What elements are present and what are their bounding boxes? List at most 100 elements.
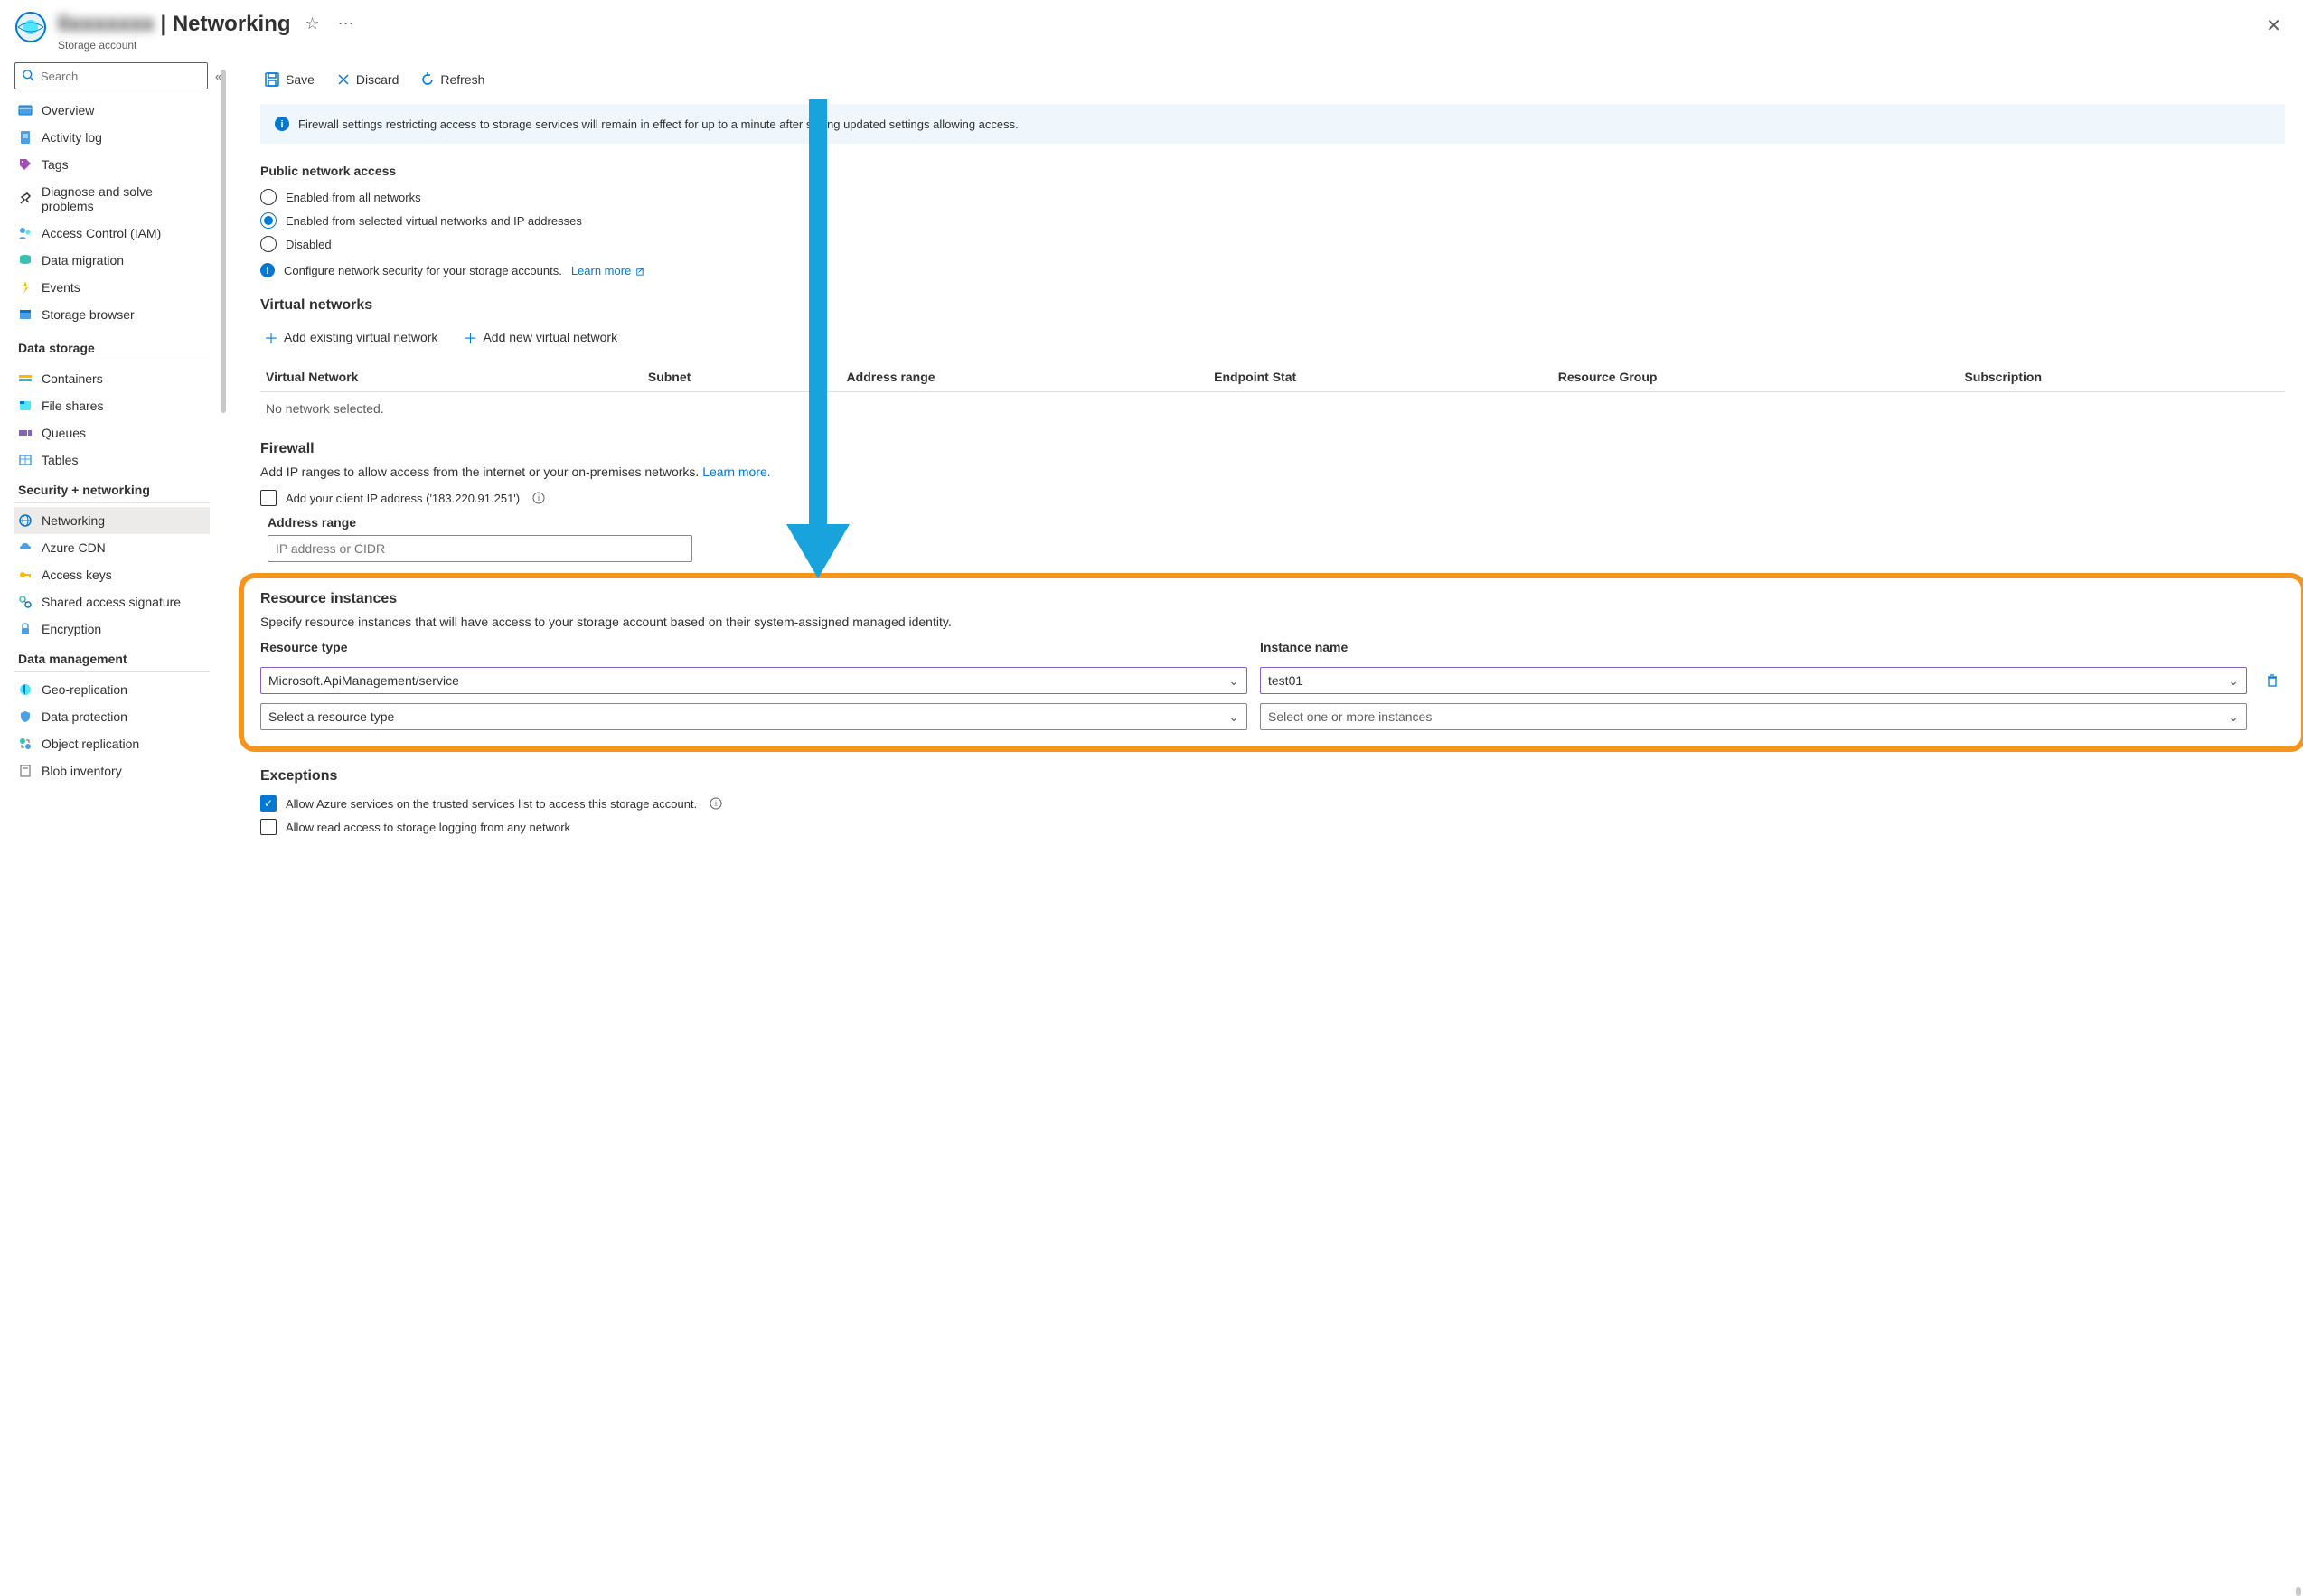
info-icon: i [260,263,275,277]
sidebar-item-access-keys[interactable]: Access keys [14,561,210,588]
read-logging-checkbox[interactable] [260,819,277,835]
ri-col-type: Resource type [260,636,1247,658]
sidebar-item-containers[interactable]: Containers [14,365,210,392]
vnet-col-header: Address range [841,362,1209,392]
keys-icon [18,568,33,582]
client-ip-checkbox[interactable] [260,490,277,506]
save-icon [264,71,280,88]
vnet-col-header: Endpoint Stat [1208,362,1553,392]
sidebar-item-overview[interactable]: Overview [14,97,210,124]
favorite-button[interactable]: ☆ [302,11,324,37]
sidebar-item-queues[interactable]: Queues [14,419,210,446]
sidebar-item-data-protection[interactable]: Data protection [14,703,210,730]
migration-icon [18,253,33,268]
vnet-header: Virtual networks [260,297,2285,314]
add-new-vnet-button[interactable]: ＋Add new virtual network [459,323,621,352]
resource-instances-highlight: Resource instances Specify resource inst… [239,573,2303,752]
sidebar-item-tables[interactable]: Tables [14,446,210,474]
chevron-down-icon: ⌄ [1228,673,1239,689]
browser-icon [18,307,33,322]
close-button[interactable]: ✕ [2262,11,2285,41]
vnet-col-header: Subscription [1959,362,2285,392]
inventory-icon [18,764,33,778]
sidebar-item-access-control-iam-[interactable]: Access Control (IAM) [14,220,210,247]
storage-account-icon [14,11,47,43]
help-icon[interactable]: i [710,797,722,810]
files-icon [18,399,33,413]
firewall-learn-more-link[interactable]: Learn more. [702,465,770,479]
sidebar-item-events[interactable]: Events [14,274,210,301]
discard-button[interactable]: Discard [333,69,402,90]
events-icon [18,280,33,295]
diag-icon [18,192,33,206]
firewall-desc: Add IP ranges to allow access from the i… [260,465,2285,479]
sidebar-item-encryption[interactable]: Encryption [14,615,210,643]
sidebar-item-tags[interactable]: Tags [14,151,210,178]
instance-name-select-1[interactable]: test01⌄ [1260,667,2247,694]
refresh-button[interactable]: Refresh [417,69,488,90]
pna-learn-more-link[interactable]: Learn more [571,264,644,277]
vnet-col-header: Resource Group [1553,362,1960,392]
sidebar-item-diagnose-and-solve-problems[interactable]: Diagnose and solve problems [14,178,210,220]
resource-type-select-1[interactable]: Microsoft.ApiManagement/service⌄ [260,667,1247,694]
sidebar-item-object-replication[interactable]: Object replication [14,730,210,757]
radio-disabled[interactable] [260,236,277,252]
page-title: lixxxxxxx | Networking [58,12,291,37]
networking-icon [18,513,33,528]
instance-name-select-2[interactable]: Select one or more instances⌄ [1260,703,2247,730]
discard-icon [336,72,351,87]
info-banner: i Firewall settings restricting access t… [260,104,2285,144]
main-content: Save Discard Refresh i Firewall settings… [228,59,2303,1596]
sidebar-search[interactable] [14,62,208,89]
sidebar-item-activity-log[interactable]: Activity log [14,124,210,151]
address-range-label: Address range [268,515,2285,530]
ri-desc: Specify resource instances that will hav… [260,615,2285,629]
sidebar-item-shared-access-signature[interactable]: Shared access signature [14,588,210,615]
chevron-down-icon: ⌄ [1228,709,1239,725]
sas-icon [18,595,33,609]
address-range-input[interactable] [268,535,692,562]
cdn-icon [18,540,33,555]
help-icon[interactable]: i [532,492,545,504]
trusted-services-checkbox[interactable]: ✓ [260,795,277,812]
chevron-down-icon: ⌄ [2228,709,2239,725]
svg-text:i: i [538,493,540,502]
search-input[interactable] [41,70,200,83]
tags-icon [18,157,33,172]
sidebar-item-blob-inventory[interactable]: Blob inventory [14,757,210,784]
save-button[interactable]: Save [260,68,318,91]
vnet-col-header: Virtual Network [260,362,643,392]
firewall-header: Firewall [260,441,2285,457]
sidebar-item-azure-cdn[interactable]: Azure CDN [14,534,210,561]
sidebar-item-data-migration[interactable]: Data migration [14,247,210,274]
resource-type-select-2[interactable]: Select a resource type⌄ [260,703,1247,730]
page-header: lixxxxxxx | Networking ☆ ⋯ Storage accou… [0,0,2303,59]
command-bar: Save Discard Refresh [260,59,2285,104]
geo-icon [18,682,33,697]
nav-group-header: Data management [14,643,210,672]
overview-icon [18,103,33,117]
svg-text:i: i [715,799,717,808]
queues-icon [18,426,33,440]
replication-icon [18,737,33,751]
add-existing-vnet-button[interactable]: ＋Add existing virtual network [260,323,441,352]
more-button[interactable]: ⋯ [334,11,358,37]
delete-row-button[interactable] [2260,667,2285,694]
sidebar-scrollbar[interactable] [221,70,226,413]
sidebar-item-networking[interactable]: Networking [14,507,210,534]
svg-text:i: i [266,266,268,277]
protection-icon [18,709,33,724]
sidebar-item-storage-browser[interactable]: Storage browser [14,301,210,328]
resource-type-label: Storage account [58,39,2251,52]
radio-all-networks[interactable] [260,189,277,205]
radio-selected-networks[interactable] [260,212,277,229]
svg-text:i: i [280,119,283,130]
tables-icon [18,453,33,467]
content-scrollbar[interactable] [2296,1587,2301,1596]
nav-group-header: Security + networking [14,474,210,503]
sidebar-item-geo-replication[interactable]: Geo-replication [14,676,210,703]
encryption-icon [18,622,33,636]
log-icon [18,130,33,145]
sidebar-item-file-shares[interactable]: File shares [14,392,210,419]
search-icon [23,70,35,82]
